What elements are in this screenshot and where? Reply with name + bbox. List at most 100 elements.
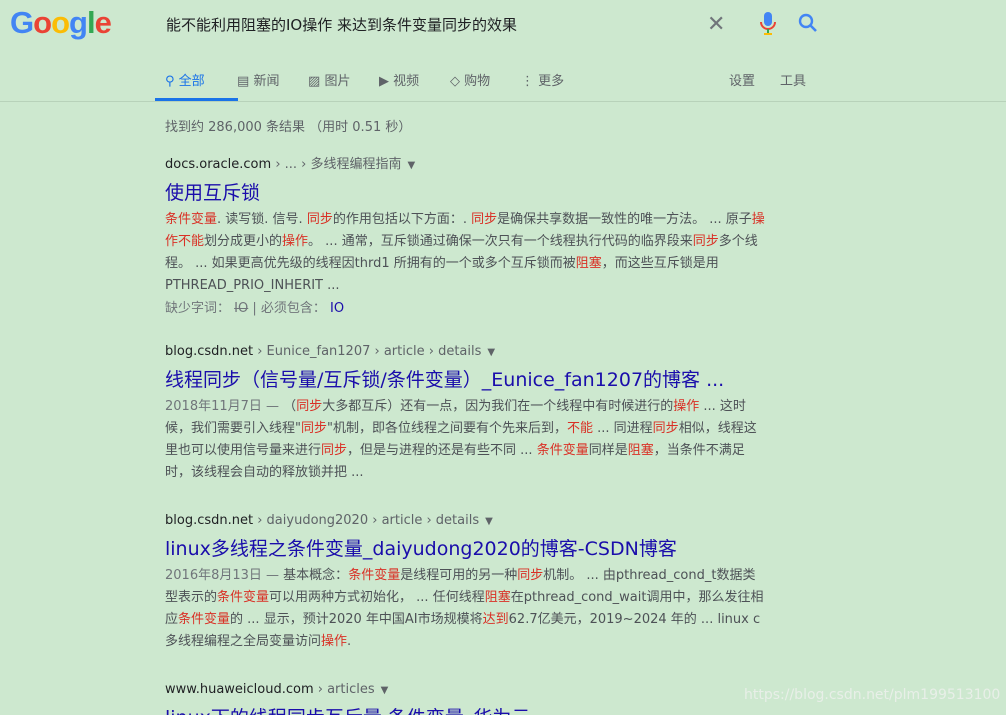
search-icon[interactable] <box>797 12 819 34</box>
tab-news[interactable]: ▤ 新闻 <box>237 70 279 89</box>
clear-icon[interactable]: ✕ <box>707 12 725 37</box>
snippet-text: 同样是 <box>588 443 628 458</box>
logo-letter: g <box>69 5 88 40</box>
tab-all[interactable]: ⚲ 全部 <box>165 70 205 89</box>
result-path: › articles <box>313 682 375 697</box>
result-domain: blog.csdn.net <box>165 513 254 528</box>
logo-letter: G <box>10 5 34 40</box>
watermark: https://blog.csdn.net/plm199513100 <box>744 687 1001 703</box>
snippet-text: （ <box>283 399 297 414</box>
tools-link[interactable]: 工具 <box>780 70 806 89</box>
search-box[interactable]: 能不能利用阻塞的IO操作 来达到条件变量同步的效果 ✕ <box>155 2 825 44</box>
snippet-text: 基本概念： <box>283 568 349 583</box>
result-title-text: linux下的线程同步互斥量 条件变量_华为云 <box>165 707 530 715</box>
highlighted-term: 同步 <box>296 399 323 414</box>
tab-videos[interactable]: ▶ 视频 <box>379 70 419 89</box>
search-result: blog.csdn.net › daiyudong2020 › article … <box>165 513 765 653</box>
highlighted-term: 同步 <box>692 234 719 249</box>
result-domain: www.huaweicloud.com <box>165 682 314 697</box>
snippet-text: . 读写锁. 信号. <box>217 212 307 227</box>
missing-label: 缺少字词： <box>165 301 231 316</box>
tab-label: 视频 <box>393 74 420 89</box>
missing-word: IO <box>234 301 249 316</box>
must-include-link[interactable]: IO <box>330 301 344 316</box>
result-path: › ... › 多线程编程指南 <box>271 157 402 172</box>
highlighted-term: 达到 <box>482 612 509 627</box>
logo-letter: o <box>51 5 70 40</box>
highlighted-term: 条件变量 <box>178 612 231 627</box>
highlighted-term: 条件变量 <box>536 443 589 458</box>
image-icon: ▨ <box>308 74 321 89</box>
tab-label: 图片 <box>324 74 351 89</box>
tag-icon: ◇ <box>450 74 460 89</box>
settings-link[interactable]: 设置 <box>729 70 755 89</box>
news-icon: ▤ <box>237 74 250 89</box>
search-tabs: ⚲ 全部 ▤ 新闻 ▨ 图片 ▶ 视频 ◇ 购物 ⋮ 更多 设置 工具 <box>155 62 835 102</box>
search-result: blog.csdn.net › Eunice_fan1207 › article… <box>165 344 765 484</box>
snippet-text: "机制，即各位线程之间要有个先来后到， <box>327 421 567 436</box>
result-date: 2016年8月13日 — <box>165 568 284 583</box>
result-stats: 找到约 286,000 条结果 （用时 0.51 秒） <box>165 120 412 135</box>
chevron-down-icon[interactable]: ▼ <box>381 685 389 696</box>
result-snippet: 2018年11月7日 — （同步大多都互斥）还有一点，因为我们在一个线程中有时候… <box>165 396 765 484</box>
chevron-down-icon[interactable]: ▼ <box>485 516 493 527</box>
snippet-text: 是确保共享数据一致性的唯一方法。 ... 原子 <box>497 212 752 227</box>
snippet-text: ，但是与进程的还是有些不同 ... <box>347 443 537 458</box>
logo-letter: e <box>94 5 112 40</box>
highlighted-term: 阻塞 <box>575 256 602 271</box>
search-icon: ⚲ <box>165 74 175 89</box>
result-path: › Eunice_fan1207 › article › details <box>253 344 482 359</box>
tab-more[interactable]: ⋮ 更多 <box>521 70 564 89</box>
tab-label: 更多 <box>538 74 565 89</box>
result-url[interactable]: docs.oracle.com › ... › 多线程编程指南 ▼ <box>165 153 765 172</box>
snippet-text: 是线程可用的另一种 <box>400 568 518 583</box>
result-url[interactable]: www.huaweicloud.com › articles ▼ <box>165 682 765 697</box>
highlighted-term: 操作 <box>673 399 700 414</box>
google-logo[interactable]: Google <box>10 5 112 41</box>
highlighted-term: 条件变量 <box>165 212 218 227</box>
header-divider <box>0 101 1006 102</box>
logo-letter: l <box>86 5 96 40</box>
search-result: www.huaweicloud.com › articles ▼ <box>165 682 765 697</box>
snippet-text: 大多都互斥）还有一点，因为我们在一个线程中有时候进行的 <box>322 399 674 414</box>
microphone-icon[interactable] <box>760 12 776 36</box>
result-snippet: 2016年8月13日 — 基本概念：条件变量是线程可用的另一种同步机制。 ...… <box>165 565 765 653</box>
highlighted-term: 阻塞 <box>484 590 511 605</box>
result-title[interactable]: linux下的线程同步互斥量 条件变量_华为云 <box>165 705 530 715</box>
highlighted-term: 条件变量 <box>348 568 401 583</box>
result-title[interactable]: 线程同步（信号量/互斥锁/条件变量）_Eunice_fan1207的博客 ... <box>165 365 765 392</box>
chevron-down-icon[interactable]: ▼ <box>487 347 495 358</box>
tab-shopping[interactable]: ◇ 购物 <box>450 70 490 89</box>
highlighted-term: 操作 <box>282 234 309 249</box>
snippet-text: ... 同进程 <box>593 421 653 436</box>
result-path: › daiyudong2020 › article › details <box>253 513 480 528</box>
result-domain: blog.csdn.net <box>165 344 254 359</box>
snippet-text: . <box>347 634 352 649</box>
missing-terms: 缺少字词： IO | 必须包含： IO <box>165 297 765 316</box>
tab-label: 全部 <box>178 74 205 89</box>
snippet-text: 。 ... 通常，互斥锁通过确保一次只有一个线程执行代码的临界段来 <box>308 234 693 249</box>
result-title[interactable]: 使用互斥锁 <box>165 178 765 205</box>
video-icon: ▶ <box>379 74 389 89</box>
tab-images[interactable]: ▨ 图片 <box>308 70 350 89</box>
chevron-down-icon[interactable]: ▼ <box>408 160 416 171</box>
search-input[interactable]: 能不能利用阻塞的IO操作 来达到条件变量同步的效果 <box>166 14 517 35</box>
more-vert-icon: ⋮ <box>521 74 534 89</box>
snippet-text: 可以用两种方式初始化， ... 任何线程 <box>269 590 485 605</box>
snippet-text: 的作用包括以下方面：. <box>332 212 472 227</box>
logo-letter: o <box>33 5 52 40</box>
tab-label: 购物 <box>464 74 491 89</box>
result-url[interactable]: blog.csdn.net › Eunice_fan1207 › article… <box>165 344 765 359</box>
tab-label: 新闻 <box>253 74 280 89</box>
result-domain: docs.oracle.com <box>165 157 272 172</box>
highlighted-term: 操作 <box>321 634 348 649</box>
highlighted-term: 同步 <box>300 421 327 436</box>
highlighted-term: 不能 <box>566 421 593 436</box>
snippet-text: 的 ... 显示，预计2020 年中国AI市场规模将 <box>230 612 483 627</box>
highlighted-term: 同步 <box>652 421 679 436</box>
highlighted-term: 同步 <box>321 443 348 458</box>
result-url[interactable]: blog.csdn.net › daiyudong2020 › article … <box>165 513 765 528</box>
result-title[interactable]: linux多线程之条件变量_daiyudong2020的博客-CSDN博客 <box>165 534 765 561</box>
highlighted-term: 同步 <box>471 212 498 227</box>
highlighted-term: 阻塞 <box>627 443 654 458</box>
